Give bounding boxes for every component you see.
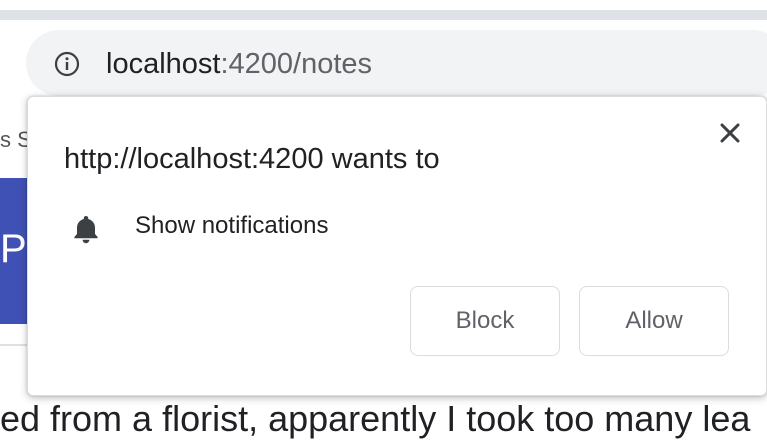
allow-button[interactable]: Allow: [579, 286, 729, 356]
popup-title: http://localhost:4200 wants to: [64, 143, 440, 175]
close-icon: [720, 123, 740, 143]
permission-row: Show notifications: [64, 207, 564, 244]
block-button[interactable]: Block: [410, 286, 560, 356]
info-icon[interactable]: [54, 51, 80, 77]
url-host: localhost: [106, 48, 221, 80]
page-body-text: ed from a florist, apparently I took too…: [0, 398, 751, 439]
permission-popup: http://localhost:4200 wants to Show noti…: [27, 96, 767, 396]
bell-icon: [68, 211, 104, 247]
url-text[interactable]: localhost:4200/notes: [106, 45, 372, 83]
url-port-path: :4200/notes: [220, 48, 373, 80]
permission-label: Show notifications: [135, 212, 329, 239]
close-button[interactable]: [714, 117, 746, 149]
tab-bar: [0, 10, 767, 20]
page-banner-letter: P: [0, 227, 27, 271]
